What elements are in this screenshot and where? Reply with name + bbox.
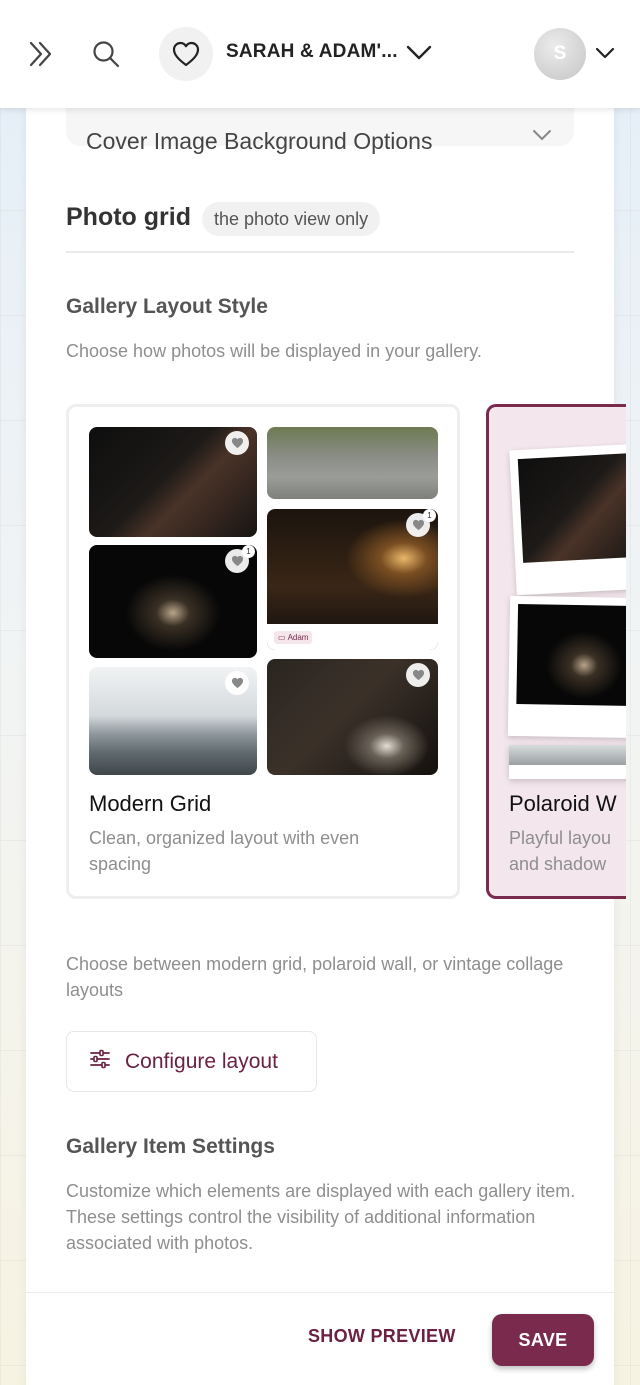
- search-icon[interactable]: [86, 34, 126, 74]
- layout-help-text: Choose between modern grid, polaroid wal…: [66, 954, 564, 1000]
- heart-icon: [225, 431, 249, 455]
- photo-tag-label: Adam: [287, 633, 309, 642]
- polaroid-frame: [507, 595, 626, 739]
- gallery-item-settings-heading: Gallery Item Settings: [66, 1135, 275, 1158]
- layout-option-description: Clean, organized layout with even spacin…: [89, 828, 360, 874]
- event-name[interactable]: SARAH & ADAM'...: [226, 41, 398, 63]
- configure-layout-label: Configure layout: [125, 1049, 278, 1073]
- layout-option-title: Modern Grid: [89, 791, 212, 816]
- divider: [66, 251, 574, 253]
- configure-layout-button[interactable]: Configure layout: [66, 1031, 317, 1092]
- section-title: Photo grid: [66, 203, 191, 231]
- like-count: 1: [242, 545, 255, 558]
- gallery-layout-heading: Gallery Layout Style: [66, 295, 268, 318]
- gallery-photo: 1 ▭ Adam: [267, 509, 438, 650]
- photo-tag-strip: ▭ Adam: [267, 624, 438, 650]
- layout-option-polaroid-wall[interactable]: Polaroid W Playful layou and shadow: [486, 404, 626, 899]
- layout-option-modern-grid[interactable]: 1 1 ▭ Adam Modern Grid Clean, organized …: [66, 404, 460, 899]
- modern-grid-preview: 1 1 ▭ Adam: [89, 427, 438, 777]
- scope-badge: the photo view only: [202, 202, 381, 236]
- save-button[interactable]: SAVE: [492, 1314, 594, 1366]
- layout-option-description: Playful layou and shadow: [509, 828, 612, 874]
- polaroid-frame: [509, 745, 626, 779]
- chevron-down-icon[interactable]: [402, 36, 436, 70]
- gallery-photo: [267, 427, 438, 499]
- chevron-down-icon: [532, 128, 552, 146]
- settings-panel: Cover Image Background Options Photo gri…: [26, 60, 626, 1385]
- polaroid-frame: [509, 443, 626, 596]
- folder-icon: ▭: [278, 633, 286, 642]
- like-count: 1: [423, 509, 436, 522]
- gallery-photo: [267, 659, 438, 775]
- bottom-action-bar: SHOW PREVIEW SAVE: [26, 1292, 614, 1385]
- heart-icon: [225, 671, 249, 695]
- chevron-down-icon[interactable]: [590, 38, 620, 68]
- layout-option-title: Polaroid W: [509, 791, 617, 816]
- gallery-photo: [89, 667, 257, 775]
- sliders-icon: [89, 1049, 111, 1075]
- polaroid-preview: [507, 427, 626, 779]
- top-bar: SARAH & ADAM'... S: [0, 0, 640, 108]
- gallery-photo: 1: [89, 545, 257, 658]
- gallery-item-settings-description: Customize which elements are displayed w…: [66, 1181, 576, 1253]
- photo-tag: ▭ Adam: [274, 631, 313, 644]
- heart-icon[interactable]: [159, 27, 213, 81]
- cover-image-options-label: Cover Image Background Options: [86, 128, 433, 154]
- double-chevron-right-icon[interactable]: [22, 34, 60, 74]
- heart-icon: [406, 663, 430, 687]
- show-preview-button[interactable]: SHOW PREVIEW: [308, 1326, 456, 1347]
- gallery-layout-description: Choose how photos will be displayed in y…: [66, 341, 482, 361]
- avatar[interactable]: S: [534, 28, 586, 80]
- gallery-photo: [89, 427, 257, 537]
